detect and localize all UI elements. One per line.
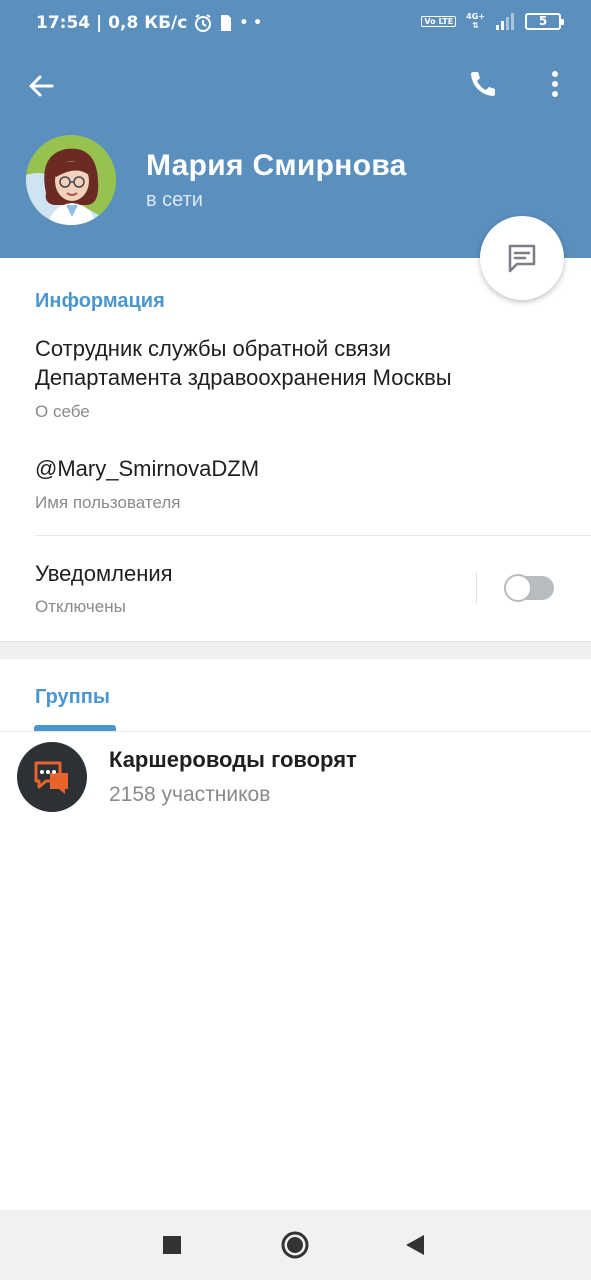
username-label: Имя пользователя	[35, 493, 181, 512]
system-nav-bar	[0, 1210, 591, 1280]
avatar[interactable]	[26, 135, 116, 225]
alarm-icon	[195, 14, 212, 32]
back-button[interactable]	[22, 66, 62, 106]
arrow-left-icon	[29, 75, 54, 97]
sim-card-icon	[221, 15, 232, 31]
tab-bar-line	[0, 731, 591, 732]
message-icon	[508, 244, 536, 273]
call-button[interactable]	[462, 64, 502, 104]
bio-text[interactable]: Сотрудник службы обратной связи Департам…	[35, 334, 535, 392]
signal-icon	[496, 13, 514, 30]
recents-button[interactable]	[155, 1228, 189, 1262]
circle-icon	[281, 1231, 309, 1259]
profile-name: Мария Смирнова	[146, 149, 407, 182]
notifications-status: Отключены	[35, 597, 126, 616]
toggle-knob	[504, 574, 532, 602]
info-section-title: Информация	[35, 290, 165, 312]
volte-icon: Vo LTE	[421, 15, 457, 27]
network-type-label: 4G+	[466, 12, 485, 21]
more-vertical-icon	[552, 71, 558, 97]
online-status: в сети	[146, 189, 203, 211]
status-left: 17:54 | 0,8 КБ/с • •	[36, 13, 262, 33]
group-name: Каршероводы говорят	[109, 747, 357, 772]
battery-level: 5	[538, 13, 548, 28]
back-nav-button[interactable]	[398, 1228, 432, 1262]
bio-label: О себе	[35, 402, 90, 421]
square-icon	[163, 1236, 181, 1254]
status-right: Vo LTE 4G+ ⇅ 5	[421, 12, 564, 30]
status-bar: 17:54 | 0,8 КБ/с • • Vo LTE 4G+ ⇅ 5	[0, 0, 591, 42]
avatar-illustration	[26, 135, 116, 225]
data-arrows-icon: ⇅	[472, 21, 479, 30]
status-time-speed: 17:54 | 0,8 КБ/с	[36, 13, 188, 33]
username-value[interactable]: @Mary_SmirnovaDZM	[35, 454, 259, 483]
notifications-label[interactable]: Уведомления	[35, 559, 173, 588]
send-message-button[interactable]	[480, 216, 564, 300]
home-button[interactable]	[278, 1228, 312, 1262]
notifications-toggle[interactable]	[504, 574, 554, 602]
divider	[35, 535, 591, 536]
toggle-separator	[476, 572, 477, 604]
network-type-indicator: 4G+ ⇅	[466, 12, 485, 30]
group-avatar	[17, 742, 87, 812]
section-separator	[0, 641, 591, 659]
battery-icon: 5	[525, 12, 564, 30]
more-notifications-icon: • •	[239, 15, 263, 31]
triangle-back-icon	[406, 1235, 424, 1255]
list-item[interactable]: Каршероводы говорят 2158 участников	[0, 735, 591, 825]
more-options-button[interactable]	[538, 64, 572, 104]
phone-icon	[471, 72, 495, 96]
chat-bubbles-icon	[34, 761, 68, 794]
tab-groups[interactable]: Группы	[35, 686, 110, 709]
group-member-count: 2158 участников	[109, 783, 271, 806]
